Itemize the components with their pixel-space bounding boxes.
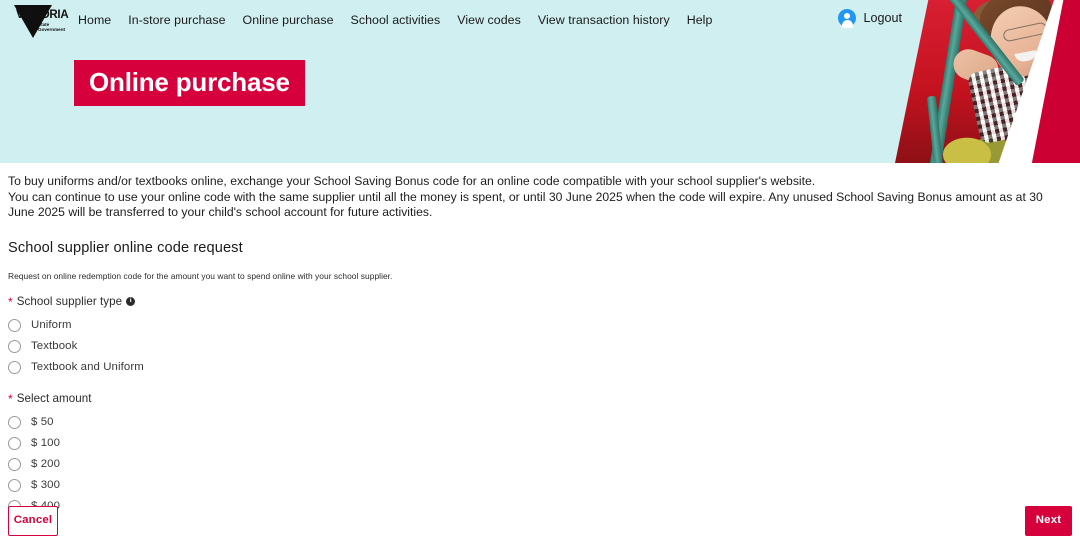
supplier-type-label: * School supplier type i xyxy=(8,295,1072,308)
required-asterisk: * xyxy=(8,295,13,310)
logo-subtext-line1: State xyxy=(38,22,50,27)
radio-circle-icon[interactable] xyxy=(8,436,21,450)
radio-option-textbook[interactable]: Textbook xyxy=(8,336,1072,357)
radio-label: Textbook xyxy=(31,340,78,353)
nav-item-home[interactable]: Home xyxy=(78,13,111,27)
nav-item-help[interactable]: Help xyxy=(687,13,713,27)
radio-label: $ 50 xyxy=(31,416,54,429)
logout-label: Logout xyxy=(863,11,902,25)
radio-option-amount-300[interactable]: $ 300 xyxy=(8,475,1072,496)
next-button[interactable]: Next xyxy=(1025,506,1072,536)
nav-item-view-codes[interactable]: View codes xyxy=(457,13,521,27)
radio-circle-icon[interactable] xyxy=(8,339,21,353)
logout-button[interactable]: Logout xyxy=(838,9,902,28)
nav-item-in-store-purchase[interactable]: In-store purchase xyxy=(128,13,225,27)
select-amount-label-text: Select amount xyxy=(16,391,92,405)
info-icon[interactable]: i xyxy=(126,296,136,306)
radio-option-amount-100[interactable]: $ 100 xyxy=(8,433,1072,454)
radio-circle-icon[interactable] xyxy=(8,360,21,374)
supplier-type-radio-group: Uniform Textbook Textbook and Uniform xyxy=(8,315,1072,378)
radio-option-uniform[interactable]: Uniform xyxy=(8,315,1072,336)
page-root: VICTORIA State Government Home In-store … xyxy=(0,0,1080,536)
intro-text: To buy uniforms and/or textbooks online,… xyxy=(8,174,1056,221)
radio-label: $ 300 xyxy=(31,479,61,492)
logo-subtext-line2: Government xyxy=(38,27,66,33)
user-avatar-icon xyxy=(838,9,857,28)
nav-item-online-purchase[interactable]: Online purchase xyxy=(243,13,334,27)
radio-label: Uniform xyxy=(31,319,72,332)
radio-option-amount-200[interactable]: $ 200 xyxy=(8,454,1072,475)
logo-subtext: State Government xyxy=(38,22,65,33)
hero-banner: VICTORIA State Government Home In-store … xyxy=(0,0,1080,163)
main-content: To buy uniforms and/or textbooks online,… xyxy=(0,174,1080,517)
nav-item-school-activities[interactable]: School activities xyxy=(351,13,441,27)
radio-option-textbook-and-uniform[interactable]: Textbook and Uniform xyxy=(8,357,1072,378)
amount-radio-group: $ 50 $ 100 $ 200 $ 300 $ 400 xyxy=(8,412,1072,517)
intro-paragraph-2: You can continue to use your online code… xyxy=(8,189,1043,220)
select-amount-label: * Select amount xyxy=(8,391,1072,407)
section-heading: School supplier online code request xyxy=(8,239,243,256)
form-actions: Cancel Next xyxy=(0,506,1080,536)
cancel-button[interactable]: Cancel xyxy=(8,506,58,536)
radio-label: $ 200 xyxy=(31,458,61,471)
victoria-state-government-logo[interactable]: VICTORIA State Government xyxy=(8,3,69,39)
supplier-type-label-text: School supplier type xyxy=(16,294,123,308)
page-title-plate: Online purchase xyxy=(74,60,305,106)
logo-wordmark: VICTORIA xyxy=(16,9,69,21)
nav-item-view-transaction-history[interactable]: View transaction history xyxy=(538,13,670,27)
radio-label: Textbook and Uniform xyxy=(31,361,144,374)
radio-circle-icon[interactable] xyxy=(8,478,21,492)
main-nav: Home In-store purchase Online purchase S… xyxy=(78,13,712,27)
radio-circle-icon[interactable] xyxy=(8,415,21,429)
radio-option-amount-50[interactable]: $ 50 xyxy=(8,412,1072,433)
field-group-supplier-type: * School supplier type i Uniform Textbook… xyxy=(8,295,1072,378)
radio-label: $ 100 xyxy=(31,437,61,450)
top-navigation-bar: VICTORIA State Government Home In-store … xyxy=(0,0,1080,40)
section-subtext: Request on online redemption code for th… xyxy=(8,270,393,281)
required-asterisk: * xyxy=(8,392,13,407)
radio-circle-icon[interactable] xyxy=(8,318,21,332)
radio-circle-icon[interactable] xyxy=(8,457,21,471)
page-title: Online purchase xyxy=(89,67,290,97)
field-group-select-amount: * Select amount $ 50 $ 100 $ 200 $ 300 xyxy=(8,392,1072,517)
intro-paragraph-1: To buy uniforms and/or textbooks online,… xyxy=(8,174,816,188)
